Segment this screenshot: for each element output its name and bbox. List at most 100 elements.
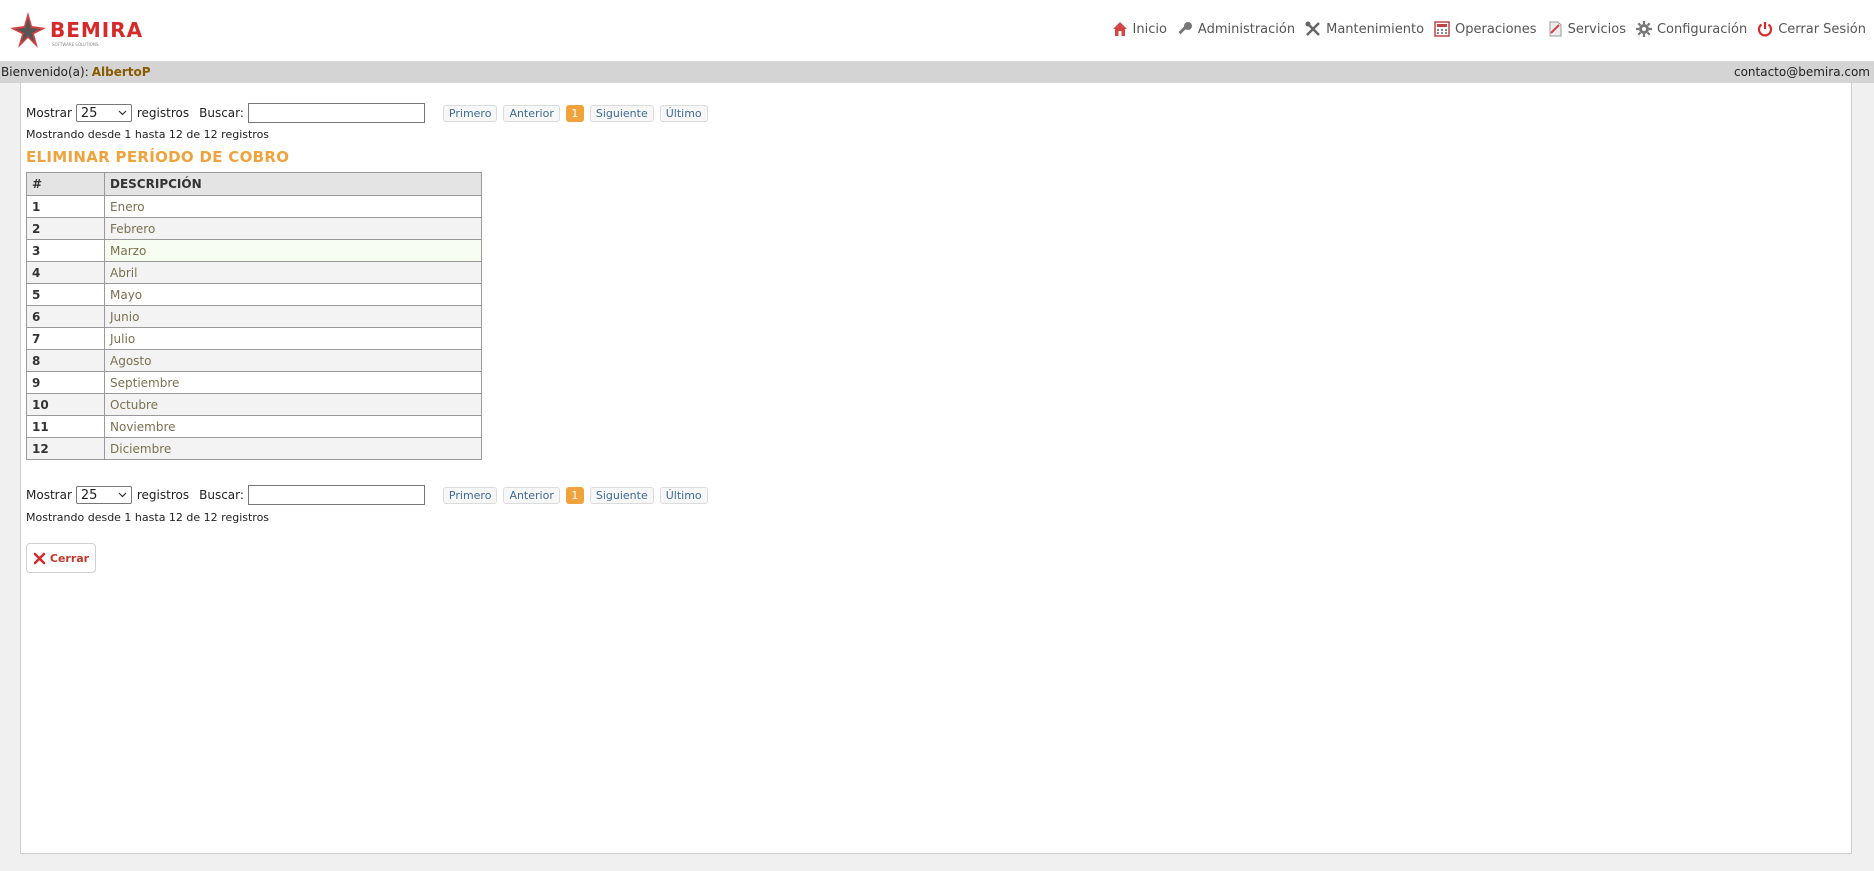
records-info-top: Mostrando desde 1 hasta 12 de 12 registr… xyxy=(26,128,270,141)
row-description[interactable]: Junio xyxy=(104,305,482,328)
search-input[interactable] xyxy=(247,103,425,123)
close-button[interactable]: Cerrar xyxy=(26,543,96,573)
records-info-bottom: Mostrando desde 1 hasta 12 de 12 registr… xyxy=(26,511,270,524)
username: AlbertoP xyxy=(91,65,151,79)
header: BEMIRA SOFTWARE SOLUTIONS Inicio Adminis… xyxy=(0,0,1874,61)
row-number: 6 xyxy=(26,305,105,328)
nav-label: Operaciones xyxy=(1455,21,1537,37)
document-icon xyxy=(1549,21,1562,37)
home-icon xyxy=(1112,22,1127,36)
next-page-button[interactable]: Siguiente xyxy=(589,104,654,122)
welcome-bar: Bienvenido(a): AlbertoP contacto@bemira.c… xyxy=(0,61,1874,83)
last-page-button[interactable]: Último xyxy=(659,486,708,504)
nav-item-inicio[interactable]: Inicio xyxy=(1111,20,1167,38)
nav-item-operaciones[interactable]: Operaciones xyxy=(1433,20,1537,38)
nav-label: Configuración xyxy=(1656,21,1748,37)
row-description[interactable]: Diciembre xyxy=(104,437,482,460)
first-page-button[interactable]: Primero xyxy=(442,104,498,122)
row-description[interactable]: Enero xyxy=(104,195,482,218)
table-row[interactable]: 3 Marzo xyxy=(26,239,482,262)
page-1-button[interactable]: 1 xyxy=(565,486,584,504)
table-row[interactable]: 4 Abril xyxy=(26,261,482,284)
table-row[interactable]: 10 Octubre xyxy=(26,393,482,416)
nav-label: Servicios xyxy=(1567,21,1626,37)
nav-label: Mantenimiento xyxy=(1326,21,1425,37)
table-controls-top: Mostrar 25 registros Buscar: Primero Ant… xyxy=(26,102,708,124)
welcome-message: Bienvenido(a): AlbertoP xyxy=(1,65,151,79)
key-icon xyxy=(1178,22,1192,35)
row-number: 5 xyxy=(26,283,105,306)
previous-page-button[interactable]: Anterior xyxy=(503,486,560,504)
chevron-down-icon xyxy=(118,110,127,116)
row-description[interactable]: Mayo xyxy=(104,283,482,306)
next-page-button[interactable]: Siguiente xyxy=(589,486,654,504)
page-size-select[interactable]: 25 xyxy=(75,486,132,504)
search-label: Buscar: xyxy=(199,488,244,502)
row-description[interactable]: Marzo xyxy=(104,239,482,262)
logo-text: BEMIRA xyxy=(50,18,144,42)
page-title: ELIMINAR PERÍODO DE COBRO xyxy=(26,148,290,166)
row-description[interactable]: Febrero xyxy=(104,217,482,240)
row-description[interactable]: Octubre xyxy=(104,393,482,416)
page-size-select[interactable]: 25 xyxy=(75,104,132,122)
row-description[interactable]: Julio xyxy=(104,327,482,350)
welcome-label: Bienvenido(a): xyxy=(1,65,89,79)
table-header-row: # DESCRIPCIÓN xyxy=(26,172,482,196)
previous-page-button[interactable]: Anterior xyxy=(503,104,560,122)
nav-item-configuracion[interactable]: Configuración xyxy=(1635,20,1747,38)
gear-icon xyxy=(1635,21,1652,37)
page-1-button[interactable]: 1 xyxy=(565,104,584,122)
contact-email: contacto@bemira.com xyxy=(1733,65,1870,79)
row-number: 1 xyxy=(26,195,105,218)
close-icon xyxy=(33,552,46,564)
tools-icon xyxy=(1305,21,1320,36)
table-row[interactable]: 2 Febrero xyxy=(26,217,482,240)
row-number: 2 xyxy=(26,217,105,240)
star-logo-icon xyxy=(10,12,46,48)
table-row[interactable]: 7 Julio xyxy=(26,327,482,350)
calculator-icon xyxy=(1434,21,1450,37)
row-number: 12 xyxy=(26,437,105,460)
row-description[interactable]: Agosto xyxy=(104,349,482,372)
bemira-logo[interactable]: BEMIRA SOFTWARE SOLUTIONS xyxy=(8,10,142,50)
last-page-button[interactable]: Último xyxy=(659,104,708,122)
table-controls-bottom: Mostrar 25 registros Buscar: Primero Ant… xyxy=(26,484,708,506)
table-row[interactable]: 8 Agosto xyxy=(26,349,482,372)
row-number: 11 xyxy=(26,415,105,438)
nav-item-administracion[interactable]: Administración xyxy=(1176,20,1295,38)
column-header-description[interactable]: DESCRIPCIÓN xyxy=(104,172,482,196)
main-nav: Inicio Administración Mantenimiento Oper… xyxy=(1102,18,1866,40)
column-header-number[interactable]: # xyxy=(26,172,105,196)
page-size-value: 25 xyxy=(80,105,98,121)
chevron-down-icon xyxy=(118,492,127,498)
row-number: 9 xyxy=(26,371,105,394)
nav-item-cerrar-sesion[interactable]: Cerrar Sesión xyxy=(1756,20,1866,38)
row-description[interactable]: Septiembre xyxy=(104,371,482,394)
table-row[interactable]: 9 Septiembre xyxy=(26,371,482,394)
row-number: 8 xyxy=(26,349,105,372)
search-label: Buscar: xyxy=(199,106,244,120)
main-panel: Mostrar 25 registros Buscar: Primero Ant… xyxy=(20,83,1852,854)
nav-item-servicios[interactable]: Servicios xyxy=(1546,20,1626,38)
row-number: 4 xyxy=(26,261,105,284)
page-size-value: 25 xyxy=(80,487,98,503)
table-row[interactable]: 12 Diciembre xyxy=(26,437,482,460)
nav-item-mantenimiento[interactable]: Mantenimiento xyxy=(1304,20,1424,38)
table-row[interactable]: 6 Junio xyxy=(26,305,482,328)
first-page-button[interactable]: Primero xyxy=(442,486,498,504)
close-button-label: Cerrar xyxy=(49,551,90,565)
nav-label: Administración xyxy=(1197,21,1296,37)
show-label: Mostrar xyxy=(26,106,72,120)
records-label: registros xyxy=(136,106,190,120)
row-number: 7 xyxy=(26,327,105,350)
row-description[interactable]: Abril xyxy=(104,261,482,284)
nav-label: Inicio xyxy=(1132,21,1167,37)
row-number: 3 xyxy=(26,239,105,262)
row-description[interactable]: Noviembre xyxy=(104,415,482,438)
search-input[interactable] xyxy=(247,485,425,505)
periods-table: # DESCRIPCIÓN 1 Enero 2 Febrero 3 Marzo 4 Ab… xyxy=(26,172,482,460)
table-row[interactable]: 1 Enero xyxy=(26,195,482,218)
table-row[interactable]: 5 Mayo xyxy=(26,283,482,306)
records-label: registros xyxy=(136,488,190,502)
table-row[interactable]: 11 Noviembre xyxy=(26,415,482,438)
